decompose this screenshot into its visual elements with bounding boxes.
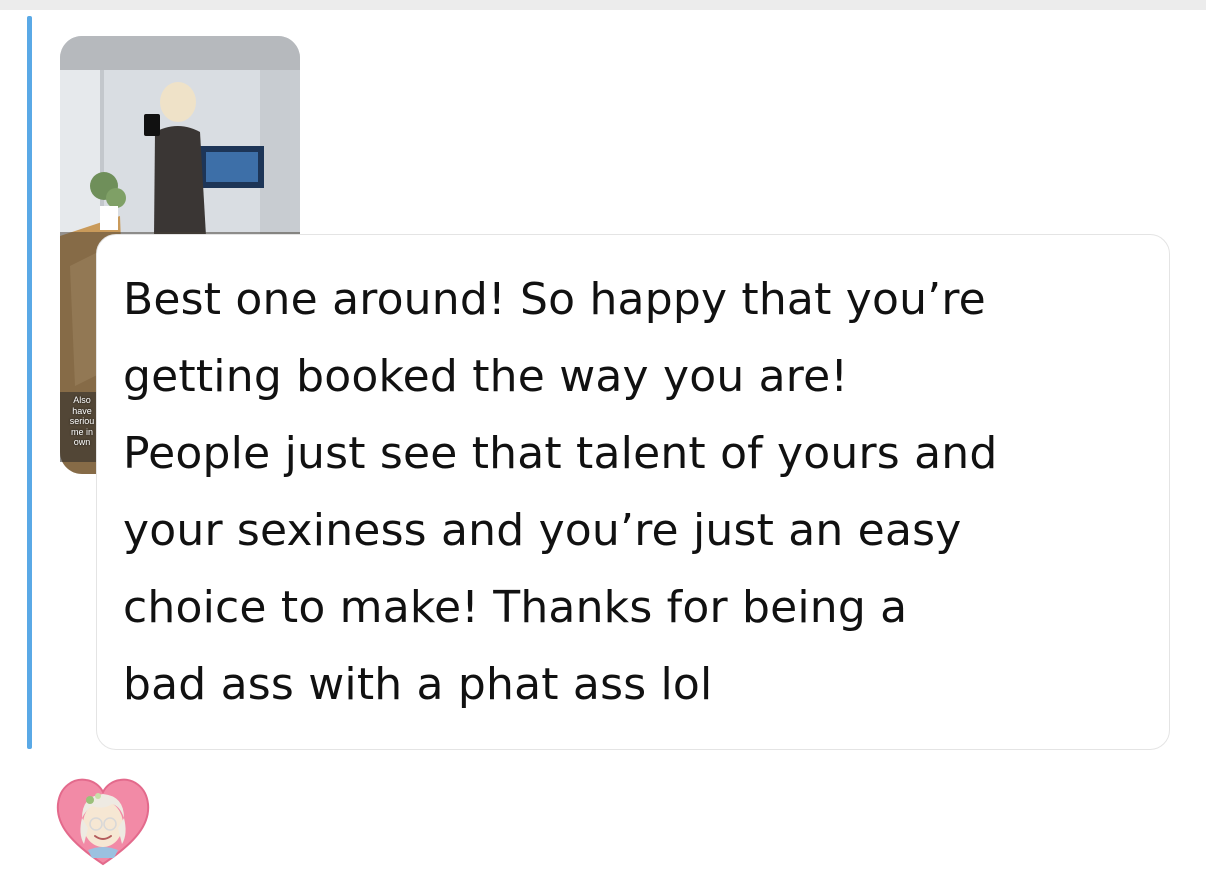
chat-thread: Also have seriou me in own Best one arou… xyxy=(0,10,1206,896)
heart-bitmoji-icon[interactable] xyxy=(52,772,154,872)
heart-reaction-graphic xyxy=(56,778,150,866)
message-bubble[interactable]: Best one around! So happy that you’re ge… xyxy=(96,234,1170,750)
message-text: Best one around! So happy that you’re ge… xyxy=(123,274,998,710)
top-divider xyxy=(0,0,1206,10)
reply-indicator-bar xyxy=(27,16,32,749)
